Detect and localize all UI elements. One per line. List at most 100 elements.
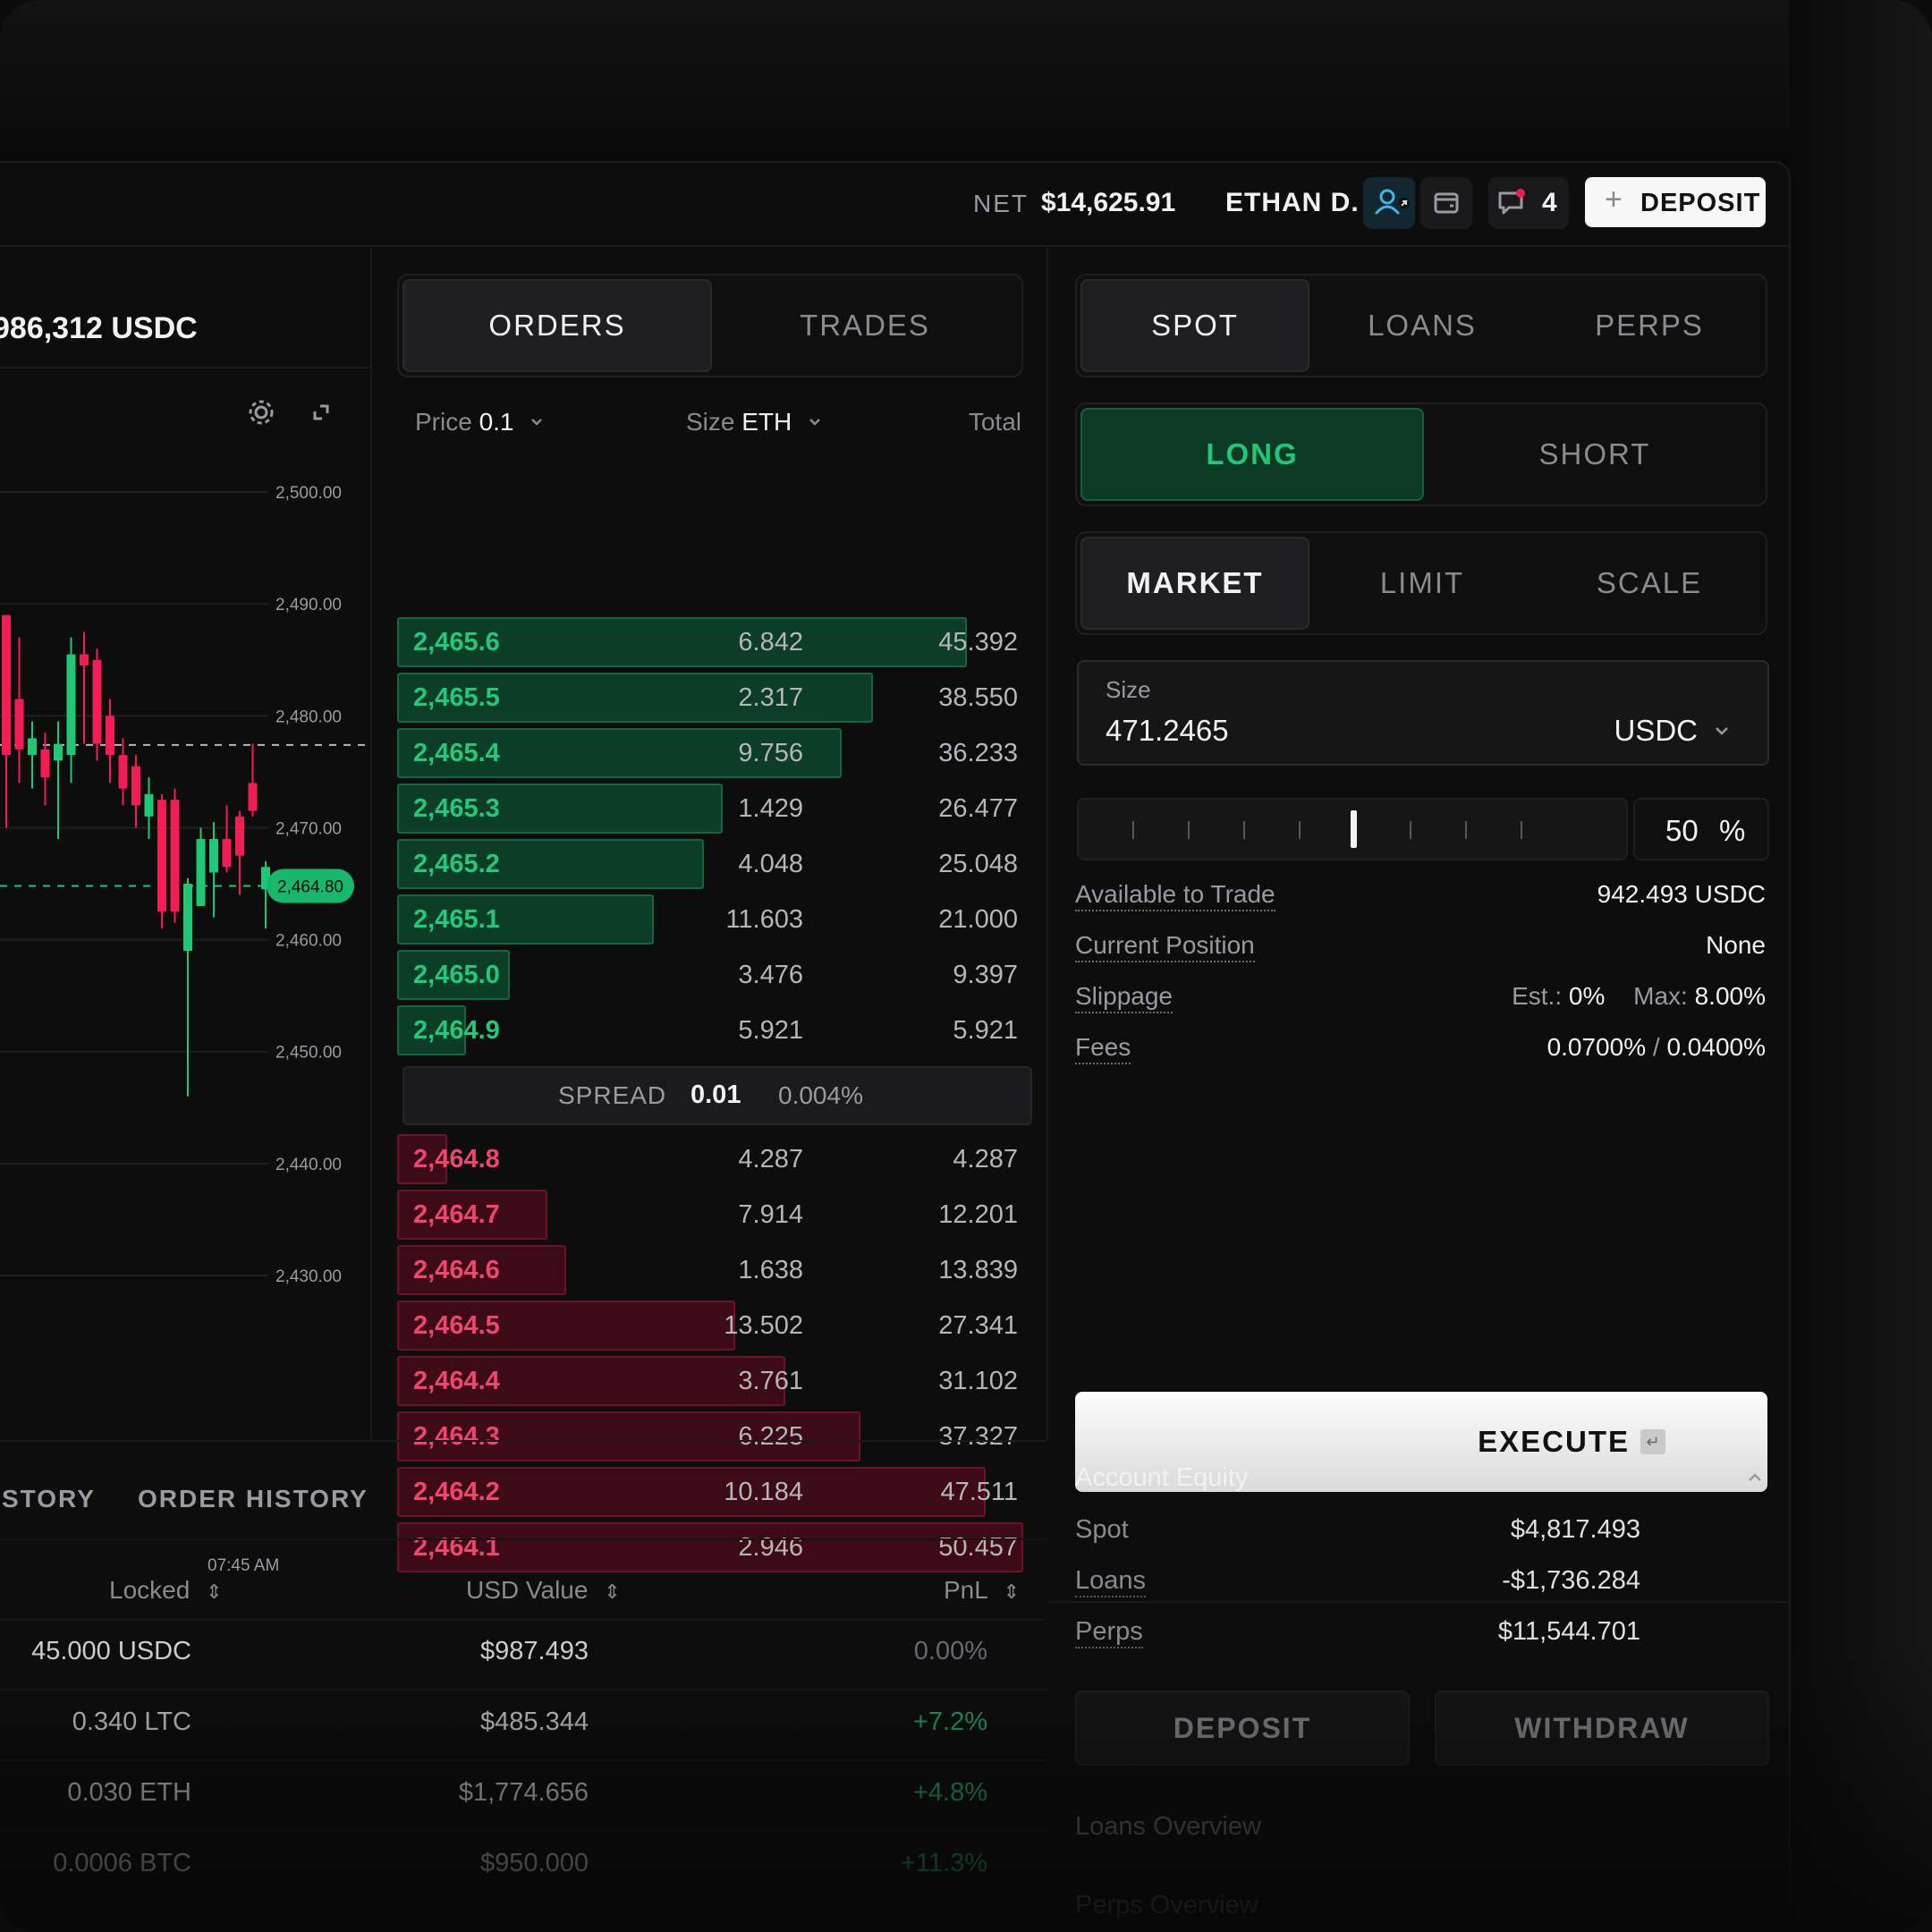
size-slider[interactable] — [1077, 798, 1628, 860]
tab-perps[interactable]: PERPS — [1537, 279, 1762, 372]
trade-panel: SPOT LOANS PERPS LONG SHORT MARKET LIMIT… — [1048, 247, 1787, 1440]
size-input[interactable]: Size 471.2465 USDC — [1077, 660, 1769, 766]
size-column-header[interactable]: Size ETH — [686, 408, 824, 436]
order-book: ORDERS TRADES Price 0.1 Size ETH Total 2… — [370, 247, 1048, 1572]
ask-total: 47.511 — [940, 1478, 1018, 1506]
message-icon — [1498, 189, 1525, 215]
bid-total: 9.397 — [953, 961, 1018, 989]
bid-row[interactable]: 2,465.4 9.756 36.233 — [397, 728, 1034, 778]
tab-history[interactable]: STORY — [2, 1485, 96, 1513]
tab-long[interactable]: LONG — [1080, 408, 1424, 501]
equity-deposit-button[interactable]: DEPOSIT — [1075, 1690, 1410, 1766]
ask-total: 12.201 — [938, 1200, 1018, 1229]
price-column-header[interactable]: Price 0.1 — [415, 408, 546, 436]
user-name[interactable]: ETHAN D. — [1225, 188, 1360, 218]
bid-row[interactable]: 2,464.9 5.921 5.921 — [397, 1005, 1034, 1055]
history-header-divider — [0, 1619, 1046, 1621]
bid-row[interactable]: 2,465.6 6.842 45.392 — [397, 617, 1034, 667]
header-deposit-button[interactable]: + DEPOSIT — [1585, 177, 1766, 227]
bid-total: 38.550 — [938, 683, 1018, 712]
spread-row: SPREAD 0.01 0.004% — [402, 1066, 1032, 1125]
ask-price: 2,464.3 — [413, 1422, 500, 1451]
available-label: Available to Trade — [1075, 880, 1275, 911]
ask-total: 37.327 — [938, 1422, 1018, 1451]
history-usd-value: $485.344 — [480, 1707, 589, 1736]
top-bar: NET $14,625.91 ETHAN D. 4 + DEPOSIT — [0, 163, 1789, 247]
ask-row[interactable]: 2,464.4 3.761 31.102 — [397, 1356, 1034, 1406]
ask-total: 4.287 — [953, 1145, 1018, 1174]
equity-spot-label: Spot — [1075, 1515, 1129, 1544]
candle-body — [14, 699, 24, 750]
price-chart[interactable]: 2,500.00 2,490.00 2,480.00 2,470.00 2,460.00… — [0, 247, 370, 1440]
tab-loans[interactable]: LOANS — [1309, 279, 1535, 372]
candle-body — [54, 743, 63, 761]
tab-order-history[interactable]: ORDER HISTORY — [138, 1485, 369, 1513]
ask-total: 50.457 — [938, 1533, 1018, 1562]
bid-row[interactable]: 2,465.5 2.317 38.550 — [397, 673, 1034, 723]
history-usd-value: $1,774.656 — [458, 1778, 589, 1807]
bid-price: 2,465.3 — [413, 794, 500, 823]
tab-trades[interactable]: TRADES — [712, 279, 1018, 372]
available-value: 942.493 USDC — [1597, 880, 1766, 908]
ask-row[interactable]: 2,464.2 10.184 47.511 — [397, 1467, 1034, 1517]
candle-body — [40, 749, 50, 778]
perps-overview-label[interactable]: Perps Overview — [1075, 1891, 1258, 1920]
ask-row[interactable]: 2,464.6 1.638 13.839 — [397, 1245, 1034, 1295]
user-icon — [1375, 189, 1410, 215]
tab-short[interactable]: SHORT — [1426, 408, 1764, 501]
y-axis-tick-label: 2,480.00 — [275, 708, 342, 726]
chart-time-label: 07:45 AM — [208, 1556, 280, 1575]
equity-loans-label: Loans — [1075, 1566, 1147, 1597]
sort-icon: ⇕ — [1003, 1580, 1020, 1603]
candle-body — [183, 884, 192, 952]
order-type-tabs: MARKET LIMIT SCALE — [1075, 531, 1767, 635]
usd-value-column-header[interactable]: USD Value ⇕ — [466, 1576, 621, 1605]
slider-handle[interactable] — [1351, 810, 1357, 848]
ask-row[interactable]: 2,464.5 13.502 27.341 — [397, 1301, 1034, 1351]
bid-row[interactable]: 2,465.2 4.048 25.048 — [397, 839, 1034, 889]
usd-value-label: USD Value — [466, 1576, 589, 1604]
y-axis-tick-label: 2,470.00 — [275, 819, 342, 838]
ask-row[interactable]: 2,464.3 6.225 37.327 — [397, 1411, 1034, 1462]
ask-row[interactable]: 2,464.1 2.946 50.457 — [397, 1522, 1034, 1572]
bid-row[interactable]: 2,465.1 11.603 21.000 — [397, 894, 1034, 945]
tab-orders[interactable]: ORDERS — [402, 279, 712, 372]
ask-row[interactable]: 2,464.7 7.914 12.201 — [397, 1190, 1034, 1240]
tab-market[interactable]: MARKET — [1080, 537, 1309, 630]
wallet-button[interactable] — [1420, 177, 1472, 229]
bid-price: 2,464.9 — [413, 1016, 500, 1045]
history-row-divider — [0, 1689, 1046, 1690]
account-button[interactable] — [1363, 177, 1415, 229]
bid-price: 2,465.4 — [413, 739, 500, 767]
loans-overview-label[interactable]: Loans Overview — [1075, 1812, 1261, 1842]
history-usd-value: $950.000 — [480, 1849, 589, 1877]
history-locked: 0.0006 BTC — [53, 1849, 191, 1877]
candle-body — [2, 614, 11, 756]
tab-scale[interactable]: SCALE — [1537, 537, 1762, 630]
size-unit-select[interactable]: USDC — [1614, 714, 1698, 748]
ask-size: 2.946 — [738, 1533, 803, 1562]
percent-input[interactable]: 50 % — [1633, 798, 1769, 860]
orderbook-tabs: ORDERS TRADES — [397, 274, 1023, 377]
bid-row[interactable]: 2,465.3 1.429 26.477 — [397, 784, 1034, 834]
ask-row[interactable]: 2,464.8 4.287 4.287 — [397, 1134, 1034, 1184]
tab-limit[interactable]: LIMIT — [1309, 537, 1535, 630]
notifications-button[interactable]: 4 — [1488, 177, 1569, 229]
chevron-down-icon — [531, 419, 543, 426]
chevron-down-icon — [1716, 727, 1728, 735]
equity-withdraw-button[interactable]: WITHDRAW — [1435, 1690, 1769, 1766]
ask-price: 2,464.6 — [413, 1256, 500, 1284]
locked-column-header[interactable]: Locked ⇕ — [109, 1576, 223, 1605]
tab-spot[interactable]: SPOT — [1080, 279, 1309, 372]
bid-total: 36.233 — [938, 739, 1018, 767]
percent-sign: % — [1719, 814, 1746, 847]
bid-row[interactable]: 2,465.0 3.476 9.397 — [397, 950, 1034, 1000]
bid-price: 2,465.2 — [413, 850, 500, 878]
y-axis-tick-label: 2,500.00 — [275, 484, 342, 503]
ask-price: 2,464.7 — [413, 1200, 500, 1229]
header-deposit-label: DEPOSIT — [1640, 189, 1761, 217]
chevron-up-icon[interactable] — [1744, 1467, 1766, 1488]
candle-body — [92, 659, 102, 744]
pnl-column-header[interactable]: PnL ⇕ — [944, 1576, 1020, 1605]
slider-tick — [1410, 821, 1411, 839]
